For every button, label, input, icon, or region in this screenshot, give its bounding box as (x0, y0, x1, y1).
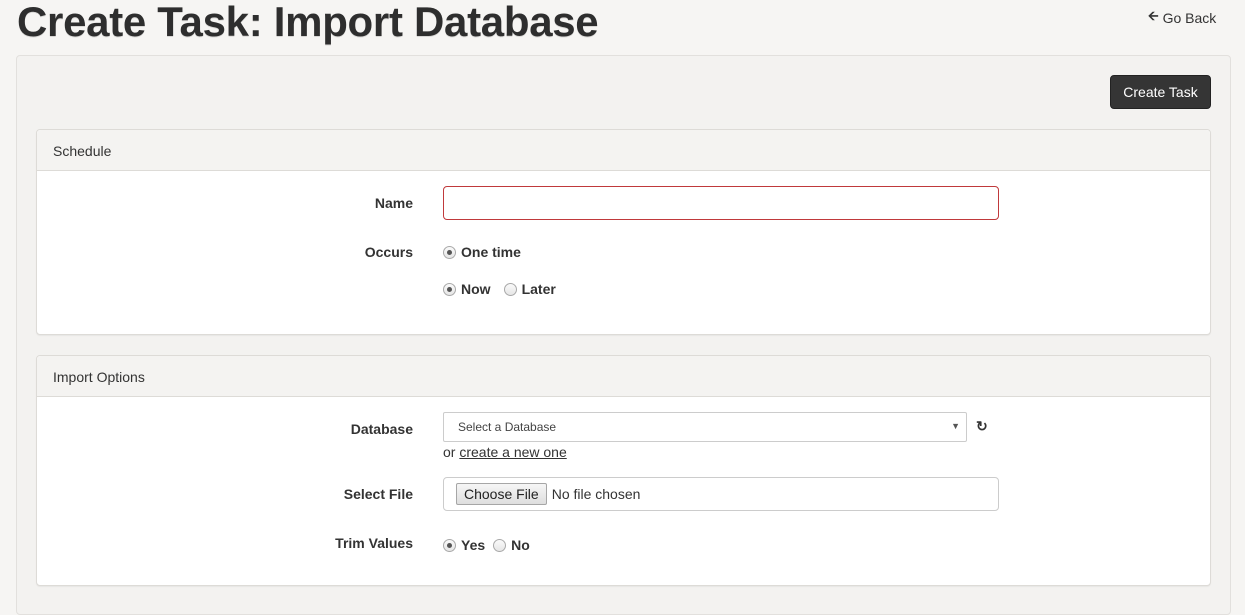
schedule-panel: Schedule (36, 129, 1211, 335)
trim-values-radio-group: Yes No (443, 537, 543, 553)
arrow-left-icon: 🡨 (1148, 8, 1159, 23)
schedule-heading: Schedule (37, 130, 1210, 171)
choose-file-button[interactable]: Choose File (456, 483, 547, 505)
create-task-button[interactable]: Create Task (1110, 75, 1211, 109)
import-options-heading: Import Options (37, 356, 1210, 397)
database-select-value: Select a Database (458, 420, 557, 434)
select-file-label: Select File (343, 486, 413, 502)
page-title: Create Task: Import Database (17, 0, 599, 45)
name-input[interactable] (443, 186, 999, 220)
when-now-option[interactable]: Now (443, 281, 491, 297)
trim-yes-radio[interactable] (443, 538, 456, 552)
trim-yes-label: Yes (461, 537, 486, 553)
refresh-icon[interactable]: ↻ (976, 418, 988, 435)
occurs-one-time-option[interactable]: One time (443, 244, 521, 260)
one-time-radio[interactable] (443, 245, 456, 259)
database-label: Database (350, 421, 413, 437)
database-select[interactable]: Select a Database ▼ (443, 412, 967, 442)
trim-no-radio[interactable] (493, 538, 507, 552)
chevron-down-icon: ▼ (951, 421, 960, 431)
file-input[interactable]: Choose File No file chosen (443, 477, 999, 511)
when-later-option[interactable]: Later (503, 281, 556, 297)
create-database-helper: or create a new one (443, 444, 567, 460)
trim-no-option[interactable]: No (493, 537, 530, 553)
file-status: No file chosen (551, 486, 641, 502)
now-label: Now (461, 281, 491, 297)
go-back-label: Go Back (1162, 10, 1217, 26)
when-radio-group: Now Later (443, 281, 569, 297)
later-label: Later (521, 281, 556, 297)
occurs-radio-group: One time (443, 244, 534, 260)
now-radio[interactable] (443, 282, 456, 296)
go-back-link[interactable]: 🡨 Go Back (1148, 7, 1216, 29)
one-time-label: One time (461, 244, 521, 260)
later-radio[interactable] (503, 282, 517, 296)
trim-yes-option[interactable]: Yes (443, 537, 485, 553)
import-options-panel: Import Options (36, 355, 1211, 586)
create-new-database-link[interactable]: create a new one (459, 444, 566, 460)
occurs-label: Occurs (364, 244, 413, 260)
trim-values-label: Trim Values (335, 535, 413, 551)
helper-prefix: or (443, 444, 456, 460)
name-label: Name (374, 195, 413, 211)
trim-no-label: No (511, 537, 530, 553)
